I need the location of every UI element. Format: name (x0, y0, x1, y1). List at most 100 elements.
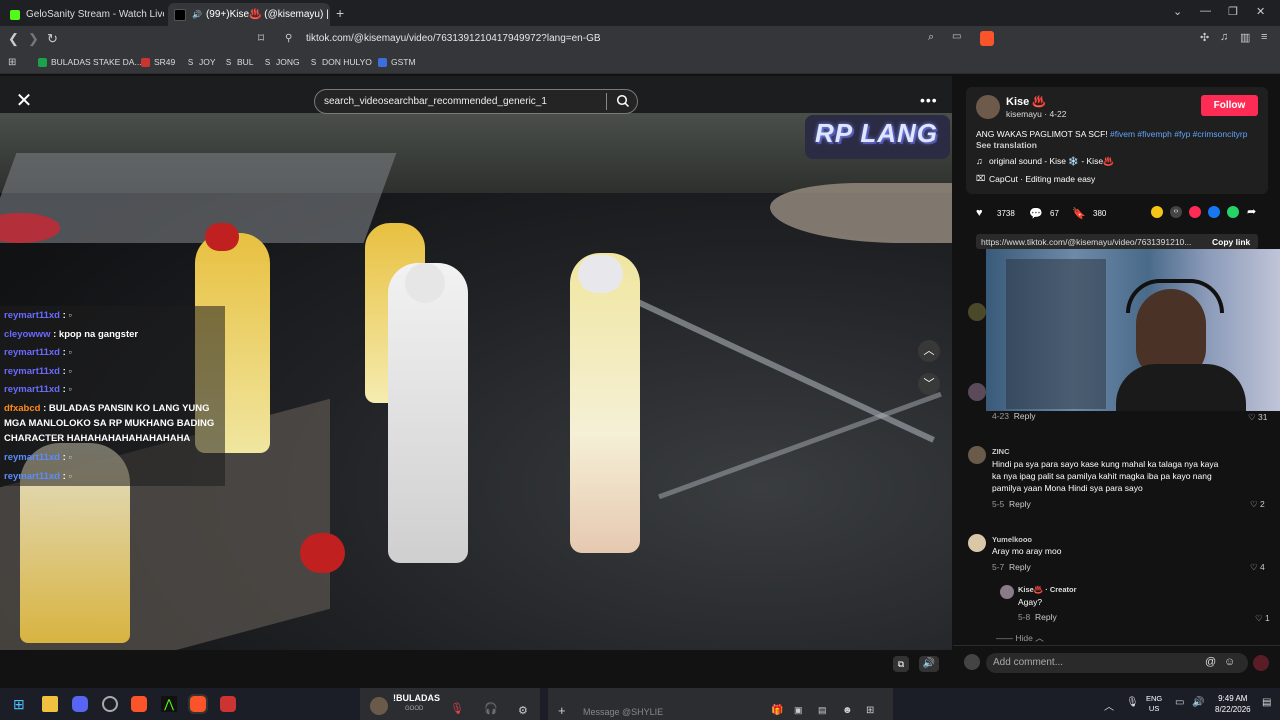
apps-icon[interactable]: ⊞ (866, 705, 874, 716)
post-comment-button[interactable] (1253, 655, 1269, 671)
follow-button[interactable]: Follow (1201, 95, 1258, 116)
bookmark-item[interactable]: GSTM (378, 57, 416, 67)
comment-like[interactable]: ♡ 31 (1248, 412, 1267, 423)
reply-button[interactable]: Reply (1014, 411, 1036, 421)
capcut-link[interactable]: CapCut · Editing made easy (989, 174, 1095, 184)
bookmark-item[interactable]: S JOY (186, 57, 216, 67)
tab-search-icon[interactable]: ⌄ (1173, 5, 1182, 18)
restore-icon[interactable]: ❐ (1228, 5, 1238, 18)
add-attachment-icon[interactable]: + (558, 703, 566, 718)
bookmark-icon[interactable]: ⌑ (258, 31, 264, 45)
comment-author[interactable]: ZINC (992, 447, 1010, 456)
comment-like[interactable]: ♡ 2 (1250, 499, 1265, 510)
gift-icon[interactable]: 🎁 (771, 705, 783, 716)
bookmark-item[interactable]: BULADAS STAKE DA... (38, 57, 142, 67)
tray-overflow-icon[interactable]: ︿ (1104, 698, 1114, 713)
share-icon[interactable] (1151, 206, 1163, 218)
previous-video-button[interactable]: ︿ (918, 340, 940, 362)
new-tab-button[interactable]: + (336, 5, 344, 21)
settings-icon[interactable]: ⚙ (518, 704, 528, 717)
mention-icon[interactable]: @ (1205, 656, 1216, 668)
sidebar-icon[interactable]: ▥ (1240, 31, 1250, 44)
avatar[interactable] (976, 95, 1000, 119)
brave-icon[interactable] (131, 696, 147, 712)
comment-like[interactable]: ♡ 1 (1255, 613, 1270, 624)
windows-start-icon[interactable]: ⊞ (13, 696, 29, 712)
reply-button[interactable]: Reply (1035, 612, 1057, 622)
search-icon[interactable] (616, 94, 630, 108)
input-language[interactable]: ENG US (1146, 694, 1162, 714)
app-icon[interactable]: ⋀ (161, 696, 177, 712)
embed-icon[interactable]: ‹› (1170, 206, 1182, 218)
site-info-icon[interactable]: ⚲ (285, 33, 292, 44)
like-stat[interactable]: ♥ 3738 (976, 207, 1015, 219)
discord-icon[interactable] (72, 696, 88, 712)
hashtags[interactable]: #fivem #fivemph #fyp #crimsoncityrp (1110, 129, 1247, 139)
reply-button[interactable]: Reply (1009, 499, 1031, 509)
avatar[interactable] (968, 303, 986, 321)
url-field[interactable]: tiktok.com/@kisemayu/video/7631391210417… (306, 33, 601, 44)
zoom-icon[interactable]: ⌕ (928, 31, 934, 44)
bookmark-item[interactable]: S DON HULYO (309, 57, 372, 67)
volume-tray-icon[interactable]: 🔊 (1192, 697, 1204, 708)
brave-active-icon[interactable] (188, 694, 208, 714)
menu-icon[interactable]: ≡ (1261, 31, 1267, 43)
avatar[interactable] (968, 383, 986, 401)
extensions-icon[interactable]: ✣ (1200, 31, 1209, 44)
gif-icon[interactable]: ▣ (794, 705, 803, 716)
shield-app-icon[interactable] (220, 696, 236, 712)
emoji-icon[interactable]: ☻ (842, 705, 853, 716)
apps-grid-icon[interactable]: ⊞ (8, 57, 16, 68)
avatar[interactable] (968, 534, 986, 552)
copy-link-button[interactable]: Copy link (1212, 237, 1250, 247)
bookmark-item[interactable]: S BUL (224, 57, 254, 67)
pip-icon[interactable]: ⧉ (893, 656, 909, 672)
see-translation-link[interactable]: See translation (976, 140, 1037, 150)
avatar[interactable] (968, 446, 986, 464)
author-name[interactable]: Kise ♨️ (1006, 95, 1046, 108)
avatar[interactable] (1000, 585, 1014, 599)
tab-kick[interactable]: GeloSanity Stream - Watch Live on K ✕ (4, 3, 164, 26)
facebook-icon[interactable] (1208, 206, 1220, 218)
more-options-icon[interactable]: ••• (920, 92, 938, 108)
sound-link[interactable]: original sound - Kise ❄️ - Kise♨️ (989, 156, 1114, 167)
network-icon[interactable]: ▭ (1175, 697, 1184, 708)
bookmark-item[interactable]: S JONG (263, 57, 300, 67)
close-video-icon[interactable]: ✕ (12, 90, 36, 114)
file-explorer-icon[interactable] (42, 696, 58, 712)
deafen-icon[interactable]: 🎧 (484, 702, 498, 715)
brave-shield-icon[interactable] (980, 31, 994, 46)
steam-icon[interactable] (102, 696, 118, 712)
whatsapp-icon[interactable] (1227, 206, 1239, 218)
reply-button[interactable]: Reply (1009, 562, 1031, 572)
back-icon[interactable]: ❮ (8, 31, 19, 47)
mute-icon[interactable]: 🎙 (450, 702, 464, 715)
shield-icon (378, 57, 387, 67)
forward-icon[interactable]: ❯ (28, 31, 39, 47)
comment-author[interactable]: Yumelkooo (992, 535, 1032, 544)
hide-replies-button[interactable]: —— Hide ︿ (996, 632, 1044, 644)
more-share-icon[interactable]: ➦ (1247, 205, 1256, 218)
clock[interactable]: 9:49 AM 8/22/2026 (1215, 693, 1251, 715)
microphone-icon[interactable]: 🎙 (1126, 697, 1139, 708)
comment-stat[interactable]: 💬 67 (1029, 207, 1059, 220)
comment-author[interactable]: Kise♨️ · Creator (1018, 585, 1077, 594)
bookmark-item[interactable]: SR49 (141, 57, 175, 67)
next-video-button[interactable]: ﹀ (918, 373, 940, 395)
discord-channel[interactable]: !BULADAS (393, 693, 440, 703)
volume-icon[interactable]: 🔊 (919, 656, 939, 672)
minimize-icon[interactable]: — (1200, 5, 1211, 17)
tab-tiktok[interactable]: 🔊 (99+)Kise♨️ (@kisemayu) | Ti ✕ (168, 3, 330, 26)
emoji-icon[interactable]: ☺ (1224, 656, 1235, 668)
reload-icon[interactable]: ↻ (47, 31, 58, 47)
send-icon[interactable] (1189, 206, 1201, 218)
sticker-icon[interactable]: ▤ (818, 705, 827, 716)
close-window-icon[interactable]: ✕ (1256, 5, 1265, 18)
media-icon[interactable]: ♫ (1220, 31, 1228, 43)
discord-message-input[interactable]: Message @SHYLIE (583, 707, 663, 717)
search-input[interactable]: search_videosearchbar_recommended_generi… (314, 89, 638, 114)
comment-like[interactable]: ♡ 4 (1250, 562, 1265, 573)
save-stat[interactable]: 🔖 380 (1072, 207, 1106, 220)
cast-icon[interactable]: ▭ (952, 31, 961, 42)
notifications-icon[interactable]: ▤ (1262, 697, 1271, 708)
